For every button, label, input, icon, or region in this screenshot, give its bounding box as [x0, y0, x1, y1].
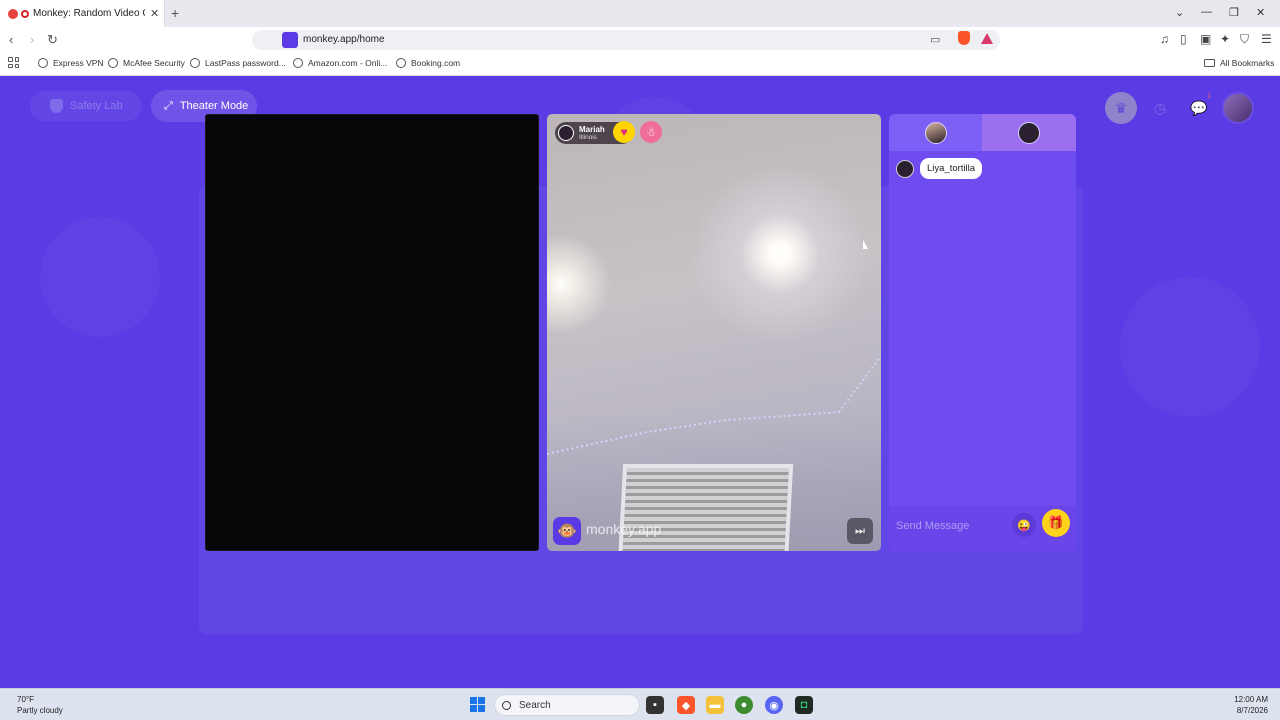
- taskbar-search[interactable]: Search: [494, 694, 640, 716]
- chats-icon[interactable]: 💬 1: [1183, 92, 1215, 124]
- tab-search-chevron-icon[interactable]: ⌄: [1175, 6, 1184, 19]
- partner-avatar: [558, 125, 574, 141]
- chats-badge: 1: [1207, 93, 1211, 100]
- chat-tabs: [889, 114, 1076, 151]
- tab-self[interactable]: [889, 114, 982, 151]
- brave-rewards-icon[interactable]: [981, 33, 993, 44]
- vpn-icon[interactable]: ⛉: [1240, 32, 1249, 47]
- gift-icon[interactable]: 🎁: [1042, 509, 1070, 537]
- weather-widget[interactable]: 70°F Partly cloudy: [17, 694, 63, 716]
- globe-icon: [108, 58, 118, 68]
- forward-icon[interactable]: ›: [30, 32, 34, 47]
- back-icon[interactable]: ‹: [9, 32, 13, 47]
- tab-title: Monkey: Random Video Chat: [33, 8, 145, 19]
- ceiling-led-strip: [547, 355, 881, 455]
- partner-name: Mariah: [579, 124, 605, 134]
- send-bar: Send Message 😜 🎁: [889, 506, 1076, 551]
- watermark-text: monkey.app: [586, 521, 662, 537]
- windows-start-icon[interactable]: [470, 697, 485, 712]
- partner-location: Illinois: [579, 133, 598, 141]
- self-video: [205, 114, 539, 551]
- monkey-favicon-icon: [8, 8, 18, 19]
- skip-icon[interactable]: ⏭: [847, 518, 873, 544]
- bookmark-lastpass[interactable]: LastPass password...: [190, 58, 286, 68]
- safety-lab-button[interactable]: Safety Lab: [30, 91, 142, 121]
- bookmark-express-vpn[interactable]: Express VPN: [38, 58, 104, 68]
- heart-icon[interactable]: ♥: [613, 121, 635, 143]
- safety-lab-label: Safety Lab: [70, 100, 123, 112]
- cast-icon[interactable]: ▭: [930, 33, 940, 46]
- wallet-icon[interactable]: ▣: [1200, 32, 1211, 46]
- bookmark-amazon[interactable]: Amazon.com - Onli...: [293, 58, 387, 68]
- bookmark-booking[interactable]: Booking.com: [396, 58, 460, 68]
- recording-icon: [21, 9, 29, 18]
- weather-desc: Partly cloudy: [17, 706, 63, 715]
- chat-panel: Liya_tortilla Send Message 😜 🎁: [889, 114, 1076, 551]
- browser-tab[interactable]: Monkey: Random Video Chat ✕: [0, 0, 165, 27]
- send-message-input[interactable]: Send Message: [896, 520, 969, 532]
- tab-strip: Monkey: Random Video Chat ✕ + ⌄ — ❐ ✕: [0, 0, 1280, 27]
- message-avatar: [896, 159, 914, 178]
- globe-icon: [38, 58, 48, 68]
- brave-browser-icon[interactable]: ◆: [677, 696, 695, 714]
- theater-mode-label: Theater Mode: [179, 100, 249, 112]
- self-avatar: [924, 121, 947, 144]
- search-label: Search: [519, 699, 551, 711]
- task-view-icon[interactable]: ▪: [646, 696, 664, 714]
- app-icon[interactable]: ◘: [795, 696, 813, 714]
- partner-video: Mariah Illinois ♥ ☃ 🐵 monkey.app ⏭: [547, 114, 881, 551]
- background-pattern: [40, 217, 160, 337]
- hat-icon[interactable]: ☃: [640, 121, 662, 143]
- shield-icon: [50, 99, 63, 113]
- history-icon[interactable]: ◷: [1144, 92, 1176, 124]
- media-icon[interactable]: ♫: [1160, 32, 1169, 46]
- emoji-icon[interactable]: 😜: [1012, 513, 1036, 537]
- bookmark-mcafee[interactable]: McAfee Security: [108, 58, 185, 68]
- message-bubble: Liya_tortilla: [920, 158, 983, 179]
- url-text[interactable]: monkey.app/home: [303, 34, 385, 45]
- crown-icon[interactable]: ♛: [1105, 92, 1137, 124]
- restore-icon[interactable]: ❐: [1229, 6, 1239, 19]
- folder-icon: [1204, 59, 1215, 67]
- globe-icon: [396, 58, 406, 68]
- all-bookmarks[interactable]: All Bookmarks: [1204, 58, 1274, 68]
- partner-tab-avatar: [1018, 121, 1040, 144]
- leo-ai-icon[interactable]: ✦: [1220, 32, 1230, 46]
- profile-avatar[interactable]: [1222, 92, 1254, 124]
- apps-grid-icon[interactable]: [8, 57, 19, 68]
- app-icon[interactable]: ●: [735, 696, 753, 714]
- minimize-icon[interactable]: —: [1201, 6, 1212, 18]
- mouse-cursor-icon: [863, 240, 868, 249]
- close-tab-icon[interactable]: ✕: [150, 7, 159, 20]
- sidebar-icon[interactable]: ▯: [1180, 32, 1187, 46]
- menu-icon[interactable]: ☰: [1261, 32, 1272, 46]
- background-pattern: [1120, 277, 1260, 417]
- partner-info: Mariah Illinois: [579, 125, 605, 142]
- site-info-icon[interactable]: [282, 32, 298, 48]
- monkey-logo-icon: 🐵: [553, 517, 581, 545]
- tab-partner[interactable]: [982, 114, 1076, 151]
- toolbar: ‹ › ↻ ☐ monkey.app/home ▭: [0, 27, 1280, 53]
- discord-icon[interactable]: ◉: [765, 696, 783, 714]
- expand-icon: ⤢: [164, 99, 173, 112]
- bookmarks-bar: Express VPN McAfee Security LastPass pas…: [0, 53, 1280, 76]
- clock-time: 12:00 AM: [1234, 695, 1268, 704]
- clock-date: 8/7/2026: [1236, 706, 1268, 715]
- search-icon: [502, 700, 511, 710]
- new-tab-icon[interactable]: +: [171, 5, 179, 21]
- url-bar[interactable]: monkey.app/home ▭: [252, 30, 1000, 50]
- taskbar: 70°F Partly cloudy Search ▪ ◆ ▬ ● ◉ ◘ 12…: [0, 688, 1280, 720]
- file-explorer-icon[interactable]: ▬: [706, 696, 724, 714]
- close-window-icon[interactable]: ✕: [1256, 6, 1265, 19]
- chat-message: Liya_tortilla: [896, 158, 983, 179]
- reload-icon[interactable]: ↻: [47, 32, 58, 48]
- weather-temp: 70°F: [17, 695, 34, 704]
- globe-icon: [190, 58, 200, 68]
- globe-icon: [293, 58, 303, 68]
- brave-shields-icon[interactable]: [958, 31, 970, 45]
- system-clock[interactable]: 12:00 AM 8/7/2026: [1232, 694, 1268, 716]
